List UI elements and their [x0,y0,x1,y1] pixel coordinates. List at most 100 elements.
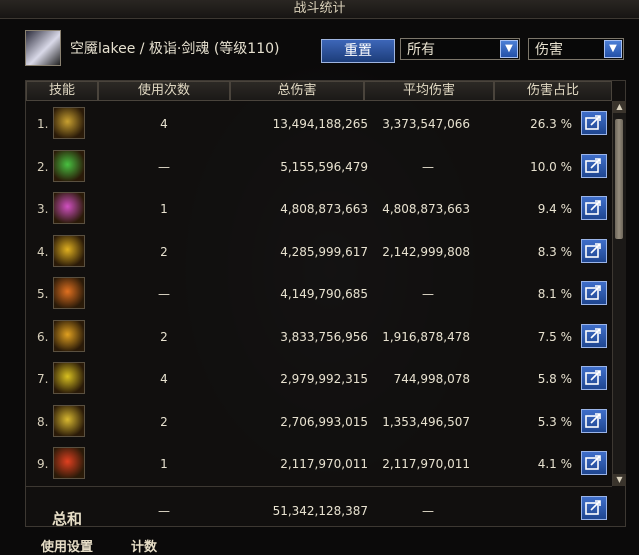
avg-damage: — [422,287,434,301]
rank: 2. [37,159,49,174]
skill-icon [53,192,85,224]
share-button[interactable] [581,153,607,178]
share-icon [585,412,601,428]
filter-select-type[interactable]: 伤害 ▼ [528,38,624,60]
damage-share: 26.3 % [530,117,572,131]
share-icon [585,200,601,215]
table-row: 1. 4 13,494,188,265 3,373,547,066 26.3 % [26,103,612,145]
footer-tabs: 使用设置 计数 [25,530,225,555]
share-button[interactable] [581,196,607,220]
avg-damage: 2,142,999,808 [382,244,470,259]
share-button[interactable] [581,281,607,305]
damage-share: 5.3 % [537,414,572,429]
share-button[interactable] [581,323,607,348]
summary-row: 总和 — 51,342,128,387 — [26,486,612,528]
skill-icon [53,277,85,309]
use-count: 1 [160,457,168,471]
scroll-up-icon[interactable]: ▲ [613,101,626,113]
skill-icon [53,447,85,479]
use-count: — [158,287,170,301]
rank: 8. [37,414,49,429]
summary-share-button[interactable] [581,496,607,520]
share-icon [585,455,601,470]
share-button[interactable] [581,451,607,475]
avg-damage: 4,808,873,663 [382,202,470,216]
damage-share: 8.3 % [537,244,572,259]
scroll-thumb[interactable] [615,119,623,239]
summary-label: 总和 [52,510,83,528]
table-row: 2. — 5,155,596,479 — 10.0 % [26,146,612,188]
share-icon [585,242,601,258]
total-damage: 2,979,992,315 [280,372,368,386]
rank: 6. [37,329,49,344]
rank: 9. [37,457,49,471]
table-row: 8. 2 2,706,993,015 1,353,496,507 5.3 % [26,401,612,443]
total-damage: 2,117,970,011 [280,457,368,471]
rank: 5. [37,287,49,301]
filter-select-skill[interactable]: 所有 ▼ [400,38,520,60]
skill-icon [53,107,85,139]
scroll-down-icon[interactable]: ▼ [613,474,626,486]
share-button[interactable] [581,366,607,390]
avg-damage: 1,916,878,478 [382,329,470,344]
avatar [25,30,61,66]
total-damage: 4,808,873,663 [280,202,368,216]
col-header-total[interactable]: 总伤害 [230,81,364,101]
skill-icon [53,234,85,267]
use-count: 2 [160,329,168,344]
use-count: 4 [160,372,168,386]
share-icon [585,157,601,173]
rank: 4. [37,244,49,259]
total-damage: 13,494,188,265 [272,117,368,131]
col-header-avg[interactable]: 平均伤害 [364,81,494,101]
reset-button[interactable]: 重置 [321,39,395,63]
summary-avg: — [422,504,434,518]
window-titlebar: 战斗统计 [0,0,639,19]
tab-count[interactable]: 计数 [131,536,157,555]
use-count: 4 [160,117,168,131]
table-row: 9. 1 2,117,970,011 2,117,970,011 4.1 % [26,443,612,485]
damage-share: 4.1 % [537,457,572,471]
damage-share: 7.5 % [537,329,572,344]
character-name: 空魇lakee / 极诣·剑魂 (等级110) [70,41,280,57]
col-header-count[interactable]: 使用次数 [98,81,230,101]
col-header-skill[interactable]: 技能 [26,81,98,101]
filter-select-skill-value: 所有 [407,42,435,58]
avg-damage: 1,353,496,507 [382,414,470,429]
rank: 1. [37,117,49,131]
share-button[interactable] [581,111,607,135]
use-count: — [158,159,170,174]
table-row: 6. 2 3,833,756,956 1,916,878,478 7.5 % [26,316,612,358]
use-count: 2 [160,244,168,259]
chevron-down-icon[interactable]: ▼ [604,40,622,58]
avg-damage: 2,117,970,011 [382,457,470,471]
damage-share: 8.1 % [537,287,572,301]
skill-icon [53,149,85,182]
skill-icon [53,319,85,352]
share-icon [585,115,601,130]
damage-share: 5.8 % [537,372,572,386]
table-row: 4. 2 4,285,999,617 2,142,999,808 8.3 % [26,231,612,273]
scrollbar[interactable]: ▲ ▼ [612,101,626,486]
total-damage: 5,155,596,479 [280,159,368,174]
skill-icon [53,362,85,394]
chevron-down-icon[interactable]: ▼ [500,40,518,58]
total-damage: 3,833,756,956 [280,329,368,344]
use-count: 2 [160,414,168,429]
header: 空魇lakee / 极诣·剑魂 (等级110) 重置 所有 ▼ 伤害 ▼ [0,18,639,80]
total-damage: 2,706,993,015 [280,414,368,429]
tab-usage-settings[interactable]: 使用设置 [41,536,93,555]
filter-select-type-value: 伤害 [535,42,563,58]
table-row: 7. 4 2,979,992,315 744,998,078 5.8 % [26,358,612,400]
avg-damage: 3,373,547,066 [382,117,470,131]
share-button[interactable] [581,238,607,263]
summary-count: — [158,504,170,518]
stats-panel: 技能 使用次数 总伤害 平均伤害 伤害占比 1. 4 13,494,188,265 3… [25,80,626,528]
table-row: 5. — 4,149,790,685 — 8.1 % [26,273,612,315]
col-header-pct[interactable]: 伤害占比 [494,81,612,101]
use-count: 1 [160,202,168,216]
share-button[interactable] [581,408,607,433]
damage-share: 10.0 % [530,159,572,174]
share-icon [585,500,601,515]
avg-damage: — [422,159,434,174]
